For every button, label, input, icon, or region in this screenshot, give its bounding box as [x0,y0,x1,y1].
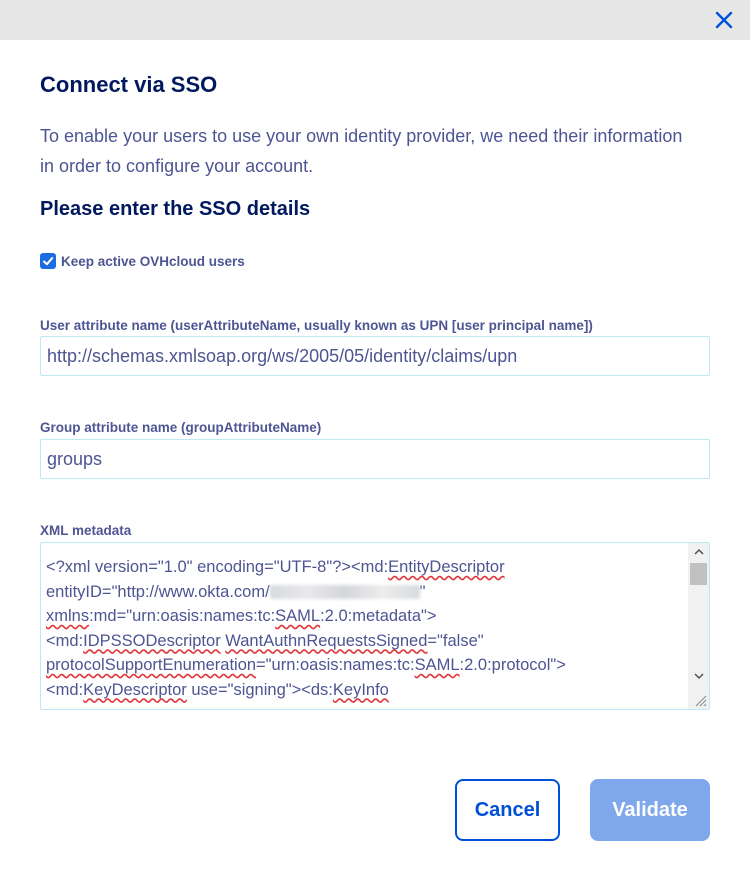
xml-metadata-line: " [419,582,426,601]
user-attribute-label: User attribute name (userAttributeName, … [40,318,593,333]
spellcheck-word: KeyInfo [332,680,389,699]
keep-active-users-option[interactable]: Keep active OVHcloud users [40,252,245,270]
textarea-scrollbar[interactable] [688,543,709,709]
section-subtitle: Please enter the SSO details [40,198,311,220]
spellcheck-word: WantAuthnRequestsSigned [225,631,428,650]
xml-metadata-content: <?xml version="1.0" encoding="UTF-8"?><m… [46,555,686,702]
xml-metadata-label: XML metadata [40,523,132,538]
spellcheck-word: xmlns [46,607,90,625]
keep-active-users-checkbox[interactable] [40,253,56,269]
xml-metadata-line: entityID="http://www.okta.com/ [46,582,270,601]
dialog-description: To enable your users to use your own ide… [40,126,683,176]
checkmark-icon [43,257,54,266]
group-attribute-input[interactable] [40,439,710,479]
scrollbar-thumb[interactable] [690,563,707,585]
group-attribute-label: Group attribute name (groupAttributeName… [40,420,322,435]
xml-metadata-textarea[interactable]: <?xml version="1.0" encoding="UTF-8"?><m… [40,542,710,710]
chevron-up-icon [693,548,704,555]
dialog-title: Connect via SSO [40,72,218,97]
user-attribute-input[interactable] [40,336,710,376]
spellcheck-word: SAML [275,607,321,625]
redacted-id [269,585,420,600]
chevron-down-icon [693,673,704,680]
spellcheck-word: protocolSupportEnumeration [46,656,257,674]
xml-metadata-line: xmlns:md="urn:oasis:names:tc:SAML:2.0:me… [46,607,437,625]
xml-metadata-line: <md:KeyDescriptor use="signing"><ds:KeyI… [46,680,389,699]
close-icon [715,11,733,29]
validate-button[interactable]: Validate [590,779,710,841]
spellcheck-word: EntityDescriptor [388,558,505,576]
keep-active-users-label: Keep active OVHcloud users [61,253,245,269]
xml-metadata-line: <md:IDPSSODescriptor WantAuthnRequestsSi… [46,631,484,650]
spellcheck-word: IDPSSODescriptor [83,631,221,650]
close-button[interactable] [712,8,736,32]
spellcheck-word: KeyDescriptor [83,680,187,699]
scroll-down-button[interactable] [688,668,709,685]
dialog-header-bar [0,0,750,40]
xml-metadata-line: <?xml version="1.0" encoding="UTF-8"?><m… [46,558,505,576]
resize-grip-icon [695,695,707,707]
scroll-up-button[interactable] [688,543,709,560]
resize-handle[interactable] [693,693,707,707]
spellcheck-word: SAML [414,656,460,674]
cancel-button[interactable]: Cancel [455,779,560,841]
xml-metadata-line: protocolSupportEnumeration="urn:oasis:na… [46,656,566,674]
